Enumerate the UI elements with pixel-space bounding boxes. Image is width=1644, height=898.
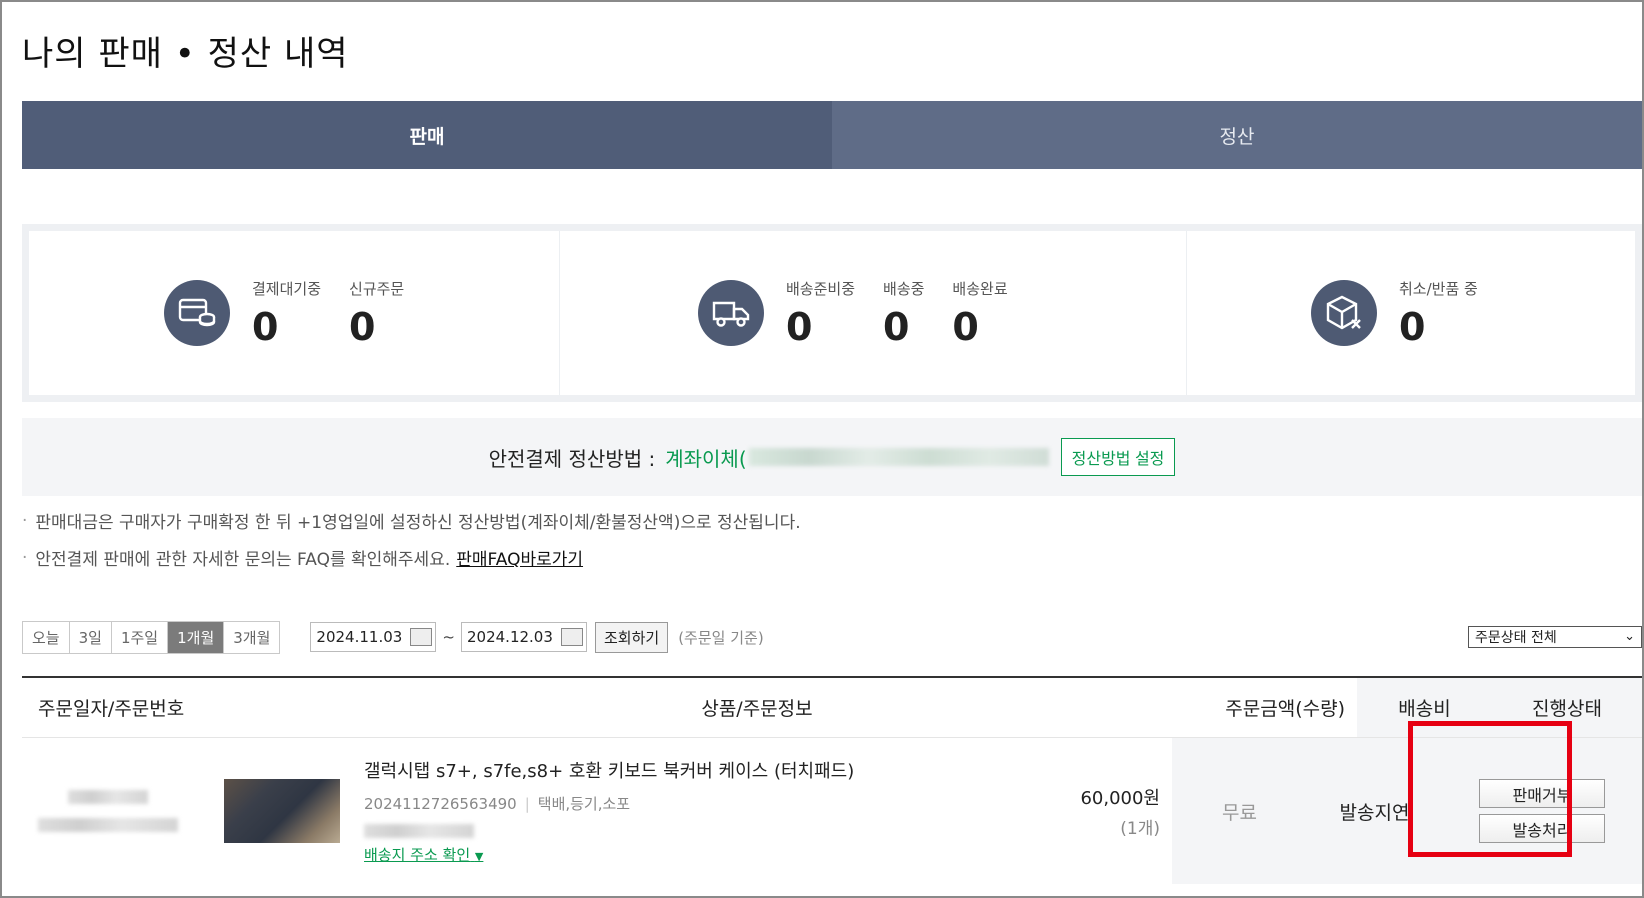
summary-payment: 결제대기중 0 신규주문 0 [29,231,559,395]
summary-new-orders[interactable]: 신규주문 0 [349,278,404,349]
truck-icon [698,280,764,346]
period-selector: 오늘 3일 1주일 1개월 3개월 [22,620,281,654]
notice-text: 판매대금은 구매자가 구매확정 한 뒤 +1영업일에 설정하신 정산방법(계좌이… [35,513,801,533]
summary-delivery: 배송준비중 0 배송중 0 배송완료 0 [559,231,1186,395]
summary-count: 0 [349,304,376,349]
tab-settlement[interactable]: 정산 [832,101,1642,169]
address-check-link[interactable]: 배송지 주소 확인 ▼ [364,844,483,865]
product-info-cell: 갤럭시탭 s7+, s7fe,s8+ 호환 키보드 북커버 케이스 (터치패드)… [352,738,994,884]
settlement-method-button[interactable]: 정산방법 설정 [1060,438,1176,476]
date-to-input[interactable]: 2024.12.03 [461,622,587,652]
order-number: 2024112726563490 [364,795,517,813]
period-today[interactable]: 오늘 [23,621,70,653]
period-1month[interactable]: 1개월 [168,621,225,653]
caret-down-icon: ▼ [474,850,484,863]
notice-item: · 안전결제 판매에 관한 자세한 문의는 FAQ를 확인해주세요. 판매FAQ… [22,545,801,571]
faq-link[interactable]: 판매FAQ바로가기 [456,545,583,570]
date-range-separator: ~ [442,628,455,646]
order-status-select[interactable]: 주문상태 전체 ⌄ [1468,626,1642,648]
settlement-method-box: 안전결제 정산방법 : 계좌이체( 정산방법 설정 [22,418,1642,496]
calendar-icon[interactable] [410,628,433,646]
summary-delivered[interactable]: 배송완료 0 [952,278,1007,349]
order-status-select-value: 주문상태 전체 [1475,630,1557,646]
summary-cancel-return[interactable]: 취소/반품 중 0 [1399,278,1478,349]
meta-separator: | [524,795,530,813]
table-header: 주문일자/주문번호 상품/주문정보 주문금액(수량) 배송비 진행상태 [22,678,1642,738]
notice-list: · 판매대금은 구매자가 구매확정 한 뒤 +1영업일에 설정하신 정산방법(계… [22,508,801,582]
header-product: 상품/주문정보 [701,698,813,720]
redacted-buyer [364,824,474,838]
address-check-label: 배송지 주소 확인 [364,846,471,864]
settlement-method-value: 계좌이체( [665,446,747,471]
redacted-account [748,448,1049,466]
calendar-icon[interactable] [561,628,583,646]
card-coins-icon [164,280,230,346]
tab-sales[interactable]: 판매 [22,101,832,169]
highlight-box [1408,721,1572,857]
period-1week[interactable]: 1주일 [111,621,169,653]
box-cancel-icon [1311,280,1377,346]
order-quantity: (1개) [1120,818,1160,839]
tab-bar: 판매 정산 [22,101,1642,169]
summary-label: 취소/반품 중 [1399,279,1478,298]
summary-label: 신규주문 [349,279,405,298]
redacted-order-number [38,818,178,832]
table-row: 갤럭시탭 s7+, s7fe,s8+ 호환 키보드 북커버 케이스 (터치패드)… [22,738,1642,884]
filter-bar: 오늘 3일 1주일 1개월 3개월 2024.11.03 ~ 2024.12.0… [22,620,1642,654]
period-3days[interactable]: 3일 [69,621,112,653]
page: 나의 판매 • 정산 내역 판매 정산 결제대기중 0 신규주문 0 배송준비중… [0,0,1644,898]
product-thumbnail[interactable] [224,779,340,843]
product-name[interactable]: 갤럭시탭 s7+, s7fe,s8+ 호환 키보드 북커버 케이스 (터치패드) [364,757,854,783]
settlement-method-label: 안전결제 정산방법 : [488,446,656,471]
bullet-icon: · [22,510,28,531]
date-to-value: 2024.12.03 [467,628,553,646]
summary-label: 배송준비중 [786,279,856,298]
summary-cancel: 취소/반품 중 0 [1186,231,1635,395]
notice-text: 안전결제 판매에 관한 자세한 문의는 FAQ를 확인해주세요. [35,550,451,570]
summary-count: 0 [883,304,910,349]
delivery-methods: 택배,등기,소포 [537,795,631,813]
summary-label: 배송완료 [952,279,1008,298]
summary-label: 결제대기중 [252,279,322,298]
price-cell: 60,000원 (1개) [994,738,1172,884]
bullet-icon: · [22,547,28,568]
date-basis-note: (주문일 기준) [678,628,764,647]
date-from-input[interactable]: 2024.11.03 [310,622,437,652]
summary-preparing[interactable]: 배송준비중 0 [786,278,855,349]
summary-count: 0 [952,304,979,349]
order-price: 60,000원 [1080,787,1160,809]
summary-count: 0 [252,304,279,349]
summary-count: 0 [786,304,813,349]
search-button[interactable]: 조회하기 [595,621,669,653]
summary-awaiting-payment[interactable]: 결제대기중 0 [252,278,321,349]
summary-count: 0 [1399,304,1426,349]
order-date-cell [22,738,212,884]
header-order: 주문일자/주문번호 [38,698,185,720]
product-thumbnail-cell [212,738,352,884]
period-3months[interactable]: 3개월 [224,621,280,653]
chevron-down-icon: ⌄ [1624,629,1635,644]
summary-label: 배송중 [883,279,925,298]
shipping-fee: 무료 [1172,738,1307,884]
order-table: 주문일자/주문번호 상품/주문정보 주문금액(수량) 배송비 진행상태 갤럭시탭… [22,676,1642,884]
header-price: 주문금액(수량) [1225,698,1345,720]
page-title: 나의 판매 • 정산 내역 [22,34,349,74]
order-summary-panel: 결제대기중 0 신규주문 0 배송준비중 0 배송중 0 배송완료 0 취소/반… [22,224,1642,402]
redacted-order-date [68,790,148,804]
product-meta: 2024112726563490 | 택배,등기,소포 [364,793,630,814]
summary-shipping[interactable]: 배송중 0 [883,278,924,349]
notice-item: · 판매대금은 구매자가 구매확정 한 뒤 +1영업일에 설정하신 정산방법(계… [22,508,801,534]
date-from-value: 2024.11.03 [316,628,403,646]
